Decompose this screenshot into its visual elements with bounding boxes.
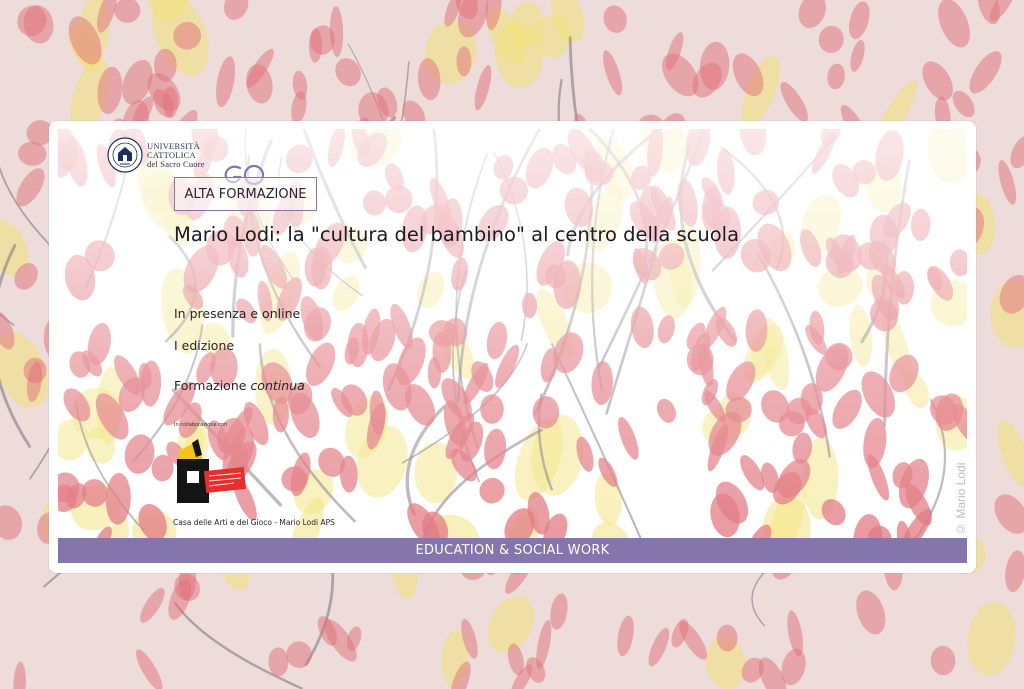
course-type: Formazione continua xyxy=(174,378,305,393)
course-card[interactable]: Università Cattolica del Sacro Cuore ALT… xyxy=(49,121,976,573)
course-mode: In presenza e online xyxy=(174,306,301,321)
image-credit: © Mario Lodi xyxy=(954,462,968,536)
university-name-line3: del Sacro Cuore xyxy=(147,158,205,169)
university-seal-icon xyxy=(107,137,143,173)
course-edition: I edizione xyxy=(174,338,235,353)
course-title: Mario Lodi: la "cultura del bambino" al … xyxy=(174,223,740,246)
course-type-emphasis: continua xyxy=(250,378,305,393)
university-logo[interactable]: Università Cattolica del Sacro Cuore xyxy=(107,137,205,173)
partner-name: Casa delle Arti e del Gioco - Mario Lodi… xyxy=(173,518,335,527)
course-type-prefix: Formazione xyxy=(174,378,247,393)
alta-formazione-badge: ALTA FORMAZIONE xyxy=(174,177,317,211)
university-name: Università Cattolica del Sacro Cuore xyxy=(147,141,205,169)
partner-logo-icon[interactable] xyxy=(174,439,248,505)
collaboration-label: In collaborazione con xyxy=(174,422,228,428)
category-band[interactable]: EDUCATION & SOCIAL WORK xyxy=(58,538,967,563)
